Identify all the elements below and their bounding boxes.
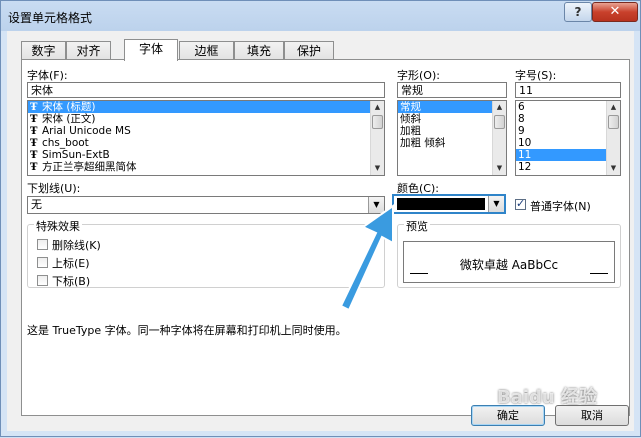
callout-arrow-icon <box>339 204 394 312</box>
format-cells-dialog: 设置单元格格式 ? ✕ 数字 对齐 字体 边框 填充 保护 字体(F): 宋体 … <box>0 0 641 437</box>
arrow-shape <box>339 204 394 312</box>
tab-font[interactable]: 字体 <box>124 39 178 61</box>
watermark: Baidu 经验 <box>497 387 598 408</box>
